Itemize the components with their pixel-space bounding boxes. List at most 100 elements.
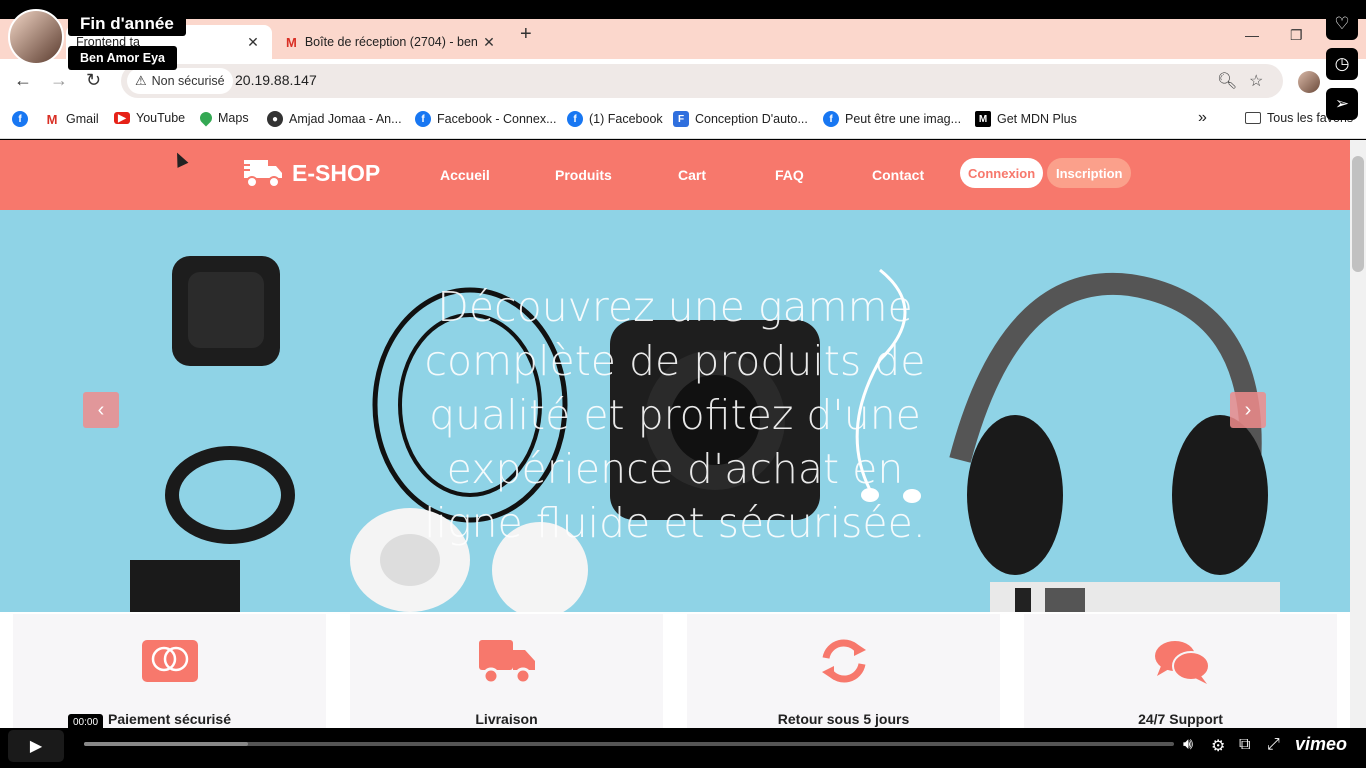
- facebook-icon: f: [567, 111, 583, 127]
- scrollbar-thumb[interactable]: [1352, 156, 1364, 272]
- carousel-prev-button[interactable]: ‹: [83, 392, 119, 428]
- video-author[interactable]: Ben Amor Eya: [68, 46, 177, 70]
- bookmark-label: (1) Facebook: [589, 112, 663, 126]
- hero-headline: Découvrez une gamme complète de produits…: [424, 283, 926, 547]
- bookmark-facebook-connexion[interactable]: f Facebook - Connex...: [415, 111, 557, 127]
- forms-icon: F: [673, 111, 689, 127]
- site-navbar: E-SHOP Accueil Produits Cart FAQ Contact…: [0, 140, 1350, 210]
- login-button[interactable]: Connexion: [960, 158, 1044, 188]
- hero-carousel: Découvrez une gamme complète de produits…: [0, 210, 1350, 612]
- reload-icon[interactable]: ↻: [86, 70, 101, 91]
- address-bar[interactable]: ⚠ Non sécurisé 20.19.88.147 🔍︎ ☆: [121, 64, 1283, 98]
- send-icon: ➢: [1334, 94, 1350, 113]
- chevron-left-icon: ‹: [97, 398, 105, 421]
- bookmark-label: Peut être une imag...: [845, 112, 962, 126]
- vimeo-logo[interactable]: vimeo: [1295, 734, 1347, 755]
- globe-icon: ●: [267, 111, 283, 127]
- folder-icon: [1245, 112, 1261, 124]
- forward-icon[interactable]: →: [50, 70, 68, 91]
- new-tab-button[interactable]: +: [520, 23, 532, 46]
- nav-cart[interactable]: Cart: [678, 167, 706, 183]
- bookmark-mdn[interactable]: M Get MDN Plus: [975, 111, 1077, 127]
- feature-card: 24/7 Support: [1024, 614, 1337, 728]
- youtube-icon: ▶: [114, 112, 130, 124]
- feature-title: Livraison: [475, 711, 538, 727]
- video-top-bar: [0, 0, 1366, 19]
- feature-card: Livraison: [350, 614, 663, 728]
- fullscreen-icon[interactable]: ⤢: [1267, 736, 1280, 754]
- truck-icon: [242, 160, 282, 188]
- settings-icon[interactable]: ⚙: [1211, 736, 1225, 756]
- bookmarks-bar: f M Gmail ▶ YouTube Maps ● Amjad Jomaa - An…: [0, 104, 1366, 139]
- like-button[interactable]: ♡: [1326, 8, 1358, 40]
- bookmark-gmail[interactable]: M Gmail: [44, 111, 99, 127]
- bookmark-label: Facebook - Connex...: [437, 112, 557, 126]
- progress-bar[interactable]: [84, 742, 1174, 746]
- refresh-icon: [821, 639, 866, 683]
- close-tab-icon[interactable]: ✕: [244, 34, 262, 51]
- bookmark-maps[interactable]: Maps: [197, 109, 249, 127]
- bookmark-label: YouTube: [136, 111, 186, 125]
- bookmark-conception[interactable]: F Conception D'auto...: [673, 111, 808, 127]
- bookmark-image[interactable]: f Peut être une imag...: [823, 111, 961, 127]
- nav-produits[interactable]: Produits: [555, 167, 612, 183]
- facebook-icon: f: [12, 111, 28, 127]
- bookmark-amjad[interactable]: ● Amjad Jomaa - An...: [267, 111, 402, 127]
- nav-faq[interactable]: FAQ: [775, 167, 804, 183]
- webpage: E-SHOP Accueil Produits Cart FAQ Contact…: [0, 140, 1350, 728]
- watch-later-button[interactable]: ◷: [1326, 48, 1358, 80]
- truck-icon: [478, 640, 535, 685]
- maps-icon: [197, 109, 215, 127]
- brand-name: E-SHOP: [292, 159, 381, 186]
- warning-icon: ⚠: [135, 73, 147, 88]
- security-label: Non sécurisé: [151, 74, 225, 88]
- nav-contact[interactable]: Contact: [872, 167, 924, 183]
- browser-tab-strip: Frontend ta ✕ M Boîte de réception (2704…: [0, 19, 1366, 59]
- heart-icon: ♡: [1334, 14, 1350, 33]
- bookmark-youtube[interactable]: ▶ YouTube: [114, 111, 185, 125]
- volume-icon[interactable]: 🔊︎: [1183, 736, 1193, 754]
- bookmark-label: Maps: [218, 111, 249, 125]
- author-avatar[interactable]: [8, 9, 64, 65]
- profile-avatar[interactable]: [1298, 71, 1320, 93]
- feature-card: Retour sous 5 jours: [687, 614, 1000, 728]
- star-icon[interactable]: ☆: [1249, 71, 1263, 91]
- tab-label: Boîte de réception (2704) - ben: [304, 35, 478, 49]
- feature-card: Paiement sécurisé: [13, 614, 326, 728]
- chevron-right-icon: ›: [1244, 398, 1252, 421]
- bookmark-label: Amjad Jomaa - An...: [289, 112, 402, 126]
- facebook-icon: f: [823, 111, 839, 127]
- video-title[interactable]: Fin d'année: [68, 12, 186, 36]
- progress-buffer: [84, 742, 248, 746]
- zoom-icon[interactable]: 🔍︎: [1217, 71, 1237, 91]
- credit-card-icon: [141, 640, 198, 682]
- gmail-icon: M: [286, 34, 297, 50]
- bookmark-label: Conception D'auto...: [695, 112, 808, 126]
- facebook-icon: f: [415, 111, 431, 127]
- security-chip[interactable]: ⚠ Non sécurisé: [127, 68, 233, 94]
- play-button[interactable]: ▶: [8, 730, 64, 762]
- nav-accueil[interactable]: Accueil: [440, 167, 490, 183]
- close-tab-icon[interactable]: ✕: [480, 34, 498, 51]
- browser-toolbar: ← → ↻ ⚠ Non sécurisé 20.19.88.147 🔍︎ ☆: [0, 59, 1366, 104]
- back-icon[interactable]: ←: [14, 70, 32, 91]
- gmail-icon: M: [46, 111, 58, 127]
- restore-icon[interactable]: ❐: [1290, 27, 1303, 44]
- carousel-next-button[interactable]: ›: [1230, 392, 1266, 428]
- pip-icon[interactable]: ⧉: [1239, 736, 1250, 754]
- feature-title: Retour sous 5 jours: [777, 711, 910, 727]
- bookmark-facebook-1[interactable]: f (1) Facebook: [567, 111, 663, 127]
- share-button[interactable]: ➢: [1326, 88, 1358, 120]
- video-player-controls: ▶ 🔊︎ ⚙ ⧉ ⤢ vimeo: [0, 728, 1366, 768]
- minimize-icon[interactable]: —: [1245, 27, 1259, 43]
- signup-button[interactable]: Inscription: [1047, 158, 1132, 188]
- tab-gmail[interactable]: M Boîte de réception (2704) - ben ✕: [276, 25, 508, 59]
- features-section: Paiement sécurisé Livraison Retour sous …: [0, 612, 1350, 728]
- bookmarks-overflow-button[interactable]: »: [1198, 109, 1207, 127]
- feature-title: Paiement sécurisé: [108, 711, 231, 727]
- bookmark-facebook[interactable]: f: [12, 111, 34, 127]
- clock-icon: ◷: [1334, 54, 1350, 73]
- site-logo[interactable]: E-SHOP: [242, 156, 380, 190]
- url-text[interactable]: 20.19.88.147: [235, 72, 317, 88]
- play-icon: ▶: [29, 738, 43, 755]
